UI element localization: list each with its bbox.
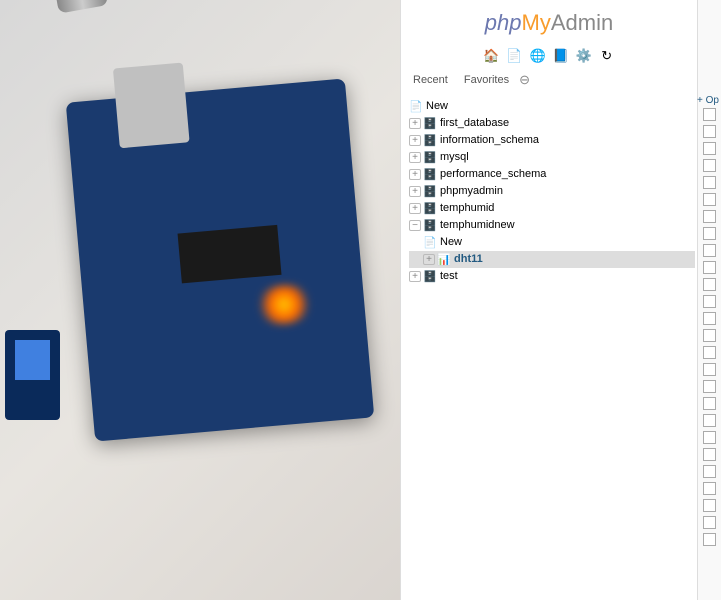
docs-icon[interactable]: 📘 bbox=[553, 48, 569, 64]
tree-db-performance_schema[interactable]: + 🗄️ performance_schema bbox=[409, 166, 695, 183]
checkbox[interactable] bbox=[703, 329, 716, 342]
new-db-icon: 📄 bbox=[409, 100, 423, 114]
expand-icon[interactable]: + bbox=[409, 271, 421, 282]
tree-db-first_database[interactable]: + 🗄️ first_database bbox=[409, 115, 695, 132]
tree-new-top[interactable]: 📄 New bbox=[409, 98, 695, 115]
tree-label: dht11 bbox=[454, 252, 483, 267]
arduino-board bbox=[66, 78, 375, 441]
database-icon: 🗄️ bbox=[423, 270, 437, 284]
logo-part-php: php bbox=[485, 10, 522, 35]
checkbox[interactable] bbox=[703, 278, 716, 291]
checkbox[interactable] bbox=[703, 516, 716, 529]
database-icon: 🗄️ bbox=[423, 134, 437, 148]
checkbox[interactable] bbox=[703, 346, 716, 359]
tree-db-test[interactable]: + 🗄️ test bbox=[409, 268, 695, 285]
checkbox[interactable] bbox=[703, 176, 716, 189]
expand-icon[interactable]: + bbox=[409, 135, 421, 146]
table-icon: 📊 bbox=[437, 253, 451, 267]
new-table-icon: 📄 bbox=[423, 236, 437, 250]
tree-label: test bbox=[440, 269, 458, 284]
tree-label: temphumid bbox=[440, 201, 494, 216]
checkbox[interactable] bbox=[703, 363, 716, 376]
ethernet-jack bbox=[113, 63, 190, 149]
database-icon: 🗄️ bbox=[423, 219, 437, 233]
toolbar: 🏠 📄 🌐 📘 ⚙️ ↻ bbox=[401, 44, 697, 68]
database-icon: 🗄️ bbox=[423, 168, 437, 182]
checkbox[interactable] bbox=[703, 244, 716, 257]
tree-new-table[interactable]: 📄 New bbox=[409, 234, 695, 251]
ethernet-cable bbox=[42, 0, 109, 14]
sidebar: phpMyAdmin 🏠 📄 🌐 📘 ⚙️ ↻ Recent Favorites… bbox=[401, 0, 697, 600]
tree-label: New bbox=[440, 235, 462, 250]
expand-icon[interactable]: + bbox=[423, 254, 435, 265]
expand-icon[interactable]: + bbox=[409, 118, 421, 129]
database-icon: 🗄️ bbox=[423, 117, 437, 131]
checkbox[interactable] bbox=[703, 380, 716, 393]
tree-db-information_schema[interactable]: + 🗄️ information_schema bbox=[409, 132, 695, 149]
logo-part-my: My bbox=[522, 10, 551, 35]
checkbox[interactable] bbox=[703, 193, 716, 206]
checkbox[interactable] bbox=[703, 125, 716, 138]
tree-label: information_schema bbox=[440, 133, 539, 148]
checkbox[interactable] bbox=[703, 261, 716, 274]
led-glow bbox=[253, 282, 316, 327]
tree-label: performance_schema bbox=[440, 167, 546, 182]
logout-icon[interactable]: 📄 bbox=[506, 48, 522, 64]
sql-icon[interactable]: 🌐 bbox=[529, 48, 545, 64]
checkbox[interactable] bbox=[703, 431, 716, 444]
tree-label: temphumidnew bbox=[440, 218, 515, 233]
tree-db-temphumid[interactable]: + 🗄️ temphumid bbox=[409, 200, 695, 217]
tree-label: New bbox=[426, 99, 448, 114]
checkbox[interactable] bbox=[703, 227, 716, 240]
checkbox[interactable] bbox=[703, 108, 716, 121]
database-icon: 🗄️ bbox=[423, 151, 437, 165]
checkbox[interactable] bbox=[703, 159, 716, 172]
checkbox[interactable] bbox=[703, 142, 716, 155]
nav-tabs: Recent Favorites ⊖ bbox=[401, 68, 697, 92]
checkbox[interactable] bbox=[703, 414, 716, 427]
checkbox[interactable] bbox=[703, 295, 716, 308]
home-icon[interactable]: 🏠 bbox=[483, 48, 499, 64]
expand-icon[interactable]: + bbox=[409, 203, 421, 214]
tree-label: mysql bbox=[440, 150, 469, 165]
checkbox[interactable] bbox=[703, 312, 716, 325]
tree-db-phpmyadmin[interactable]: + 🗄️ phpmyadmin bbox=[409, 183, 695, 200]
link-icon[interactable]: ⊖ bbox=[519, 72, 530, 88]
tree-label: first_database bbox=[440, 116, 509, 131]
tree-db-temphumidnew[interactable]: − 🗄️ temphumidnew bbox=[409, 217, 695, 234]
collapse-icon[interactable]: − bbox=[409, 220, 421, 231]
expand-icon[interactable]: + bbox=[409, 152, 421, 163]
microcontroller-chip bbox=[178, 225, 282, 284]
tab-recent[interactable]: Recent bbox=[407, 72, 454, 88]
tree-table-dht11[interactable]: + 📊 dht11 bbox=[409, 251, 695, 268]
expand-icon[interactable]: + bbox=[409, 169, 421, 180]
dht11-sensor bbox=[5, 330, 60, 420]
database-tree: 📄 New + 🗄️ first_database + 🗄️ informati… bbox=[401, 94, 697, 289]
checkbox[interactable] bbox=[703, 448, 716, 461]
phpmyadmin-panel: phpMyAdmin 🏠 📄 🌐 📘 ⚙️ ↻ Recent Favorites… bbox=[400, 0, 721, 600]
logo-part-admin: Admin bbox=[551, 10, 613, 35]
checkbox[interactable] bbox=[703, 499, 716, 512]
database-icon: 🗄️ bbox=[423, 185, 437, 199]
reload-icon[interactable]: ↻ bbox=[599, 48, 615, 64]
tab-favorites[interactable]: Favorites bbox=[458, 72, 515, 88]
checkbox[interactable] bbox=[703, 533, 716, 546]
options-link[interactable]: + Op bbox=[697, 95, 719, 106]
sensor-body bbox=[15, 340, 50, 380]
checkbox-column bbox=[698, 108, 721, 546]
right-strip: + Op bbox=[697, 0, 721, 600]
checkbox[interactable] bbox=[703, 465, 716, 478]
tree-db-mysql[interactable]: + 🗄️ mysql bbox=[409, 149, 695, 166]
checkbox[interactable] bbox=[703, 482, 716, 495]
database-icon: 🗄️ bbox=[423, 202, 437, 216]
checkbox[interactable] bbox=[703, 397, 716, 410]
phpmyadmin-logo[interactable]: phpMyAdmin bbox=[401, 5, 697, 44]
settings-icon[interactable]: ⚙️ bbox=[576, 48, 592, 64]
expand-icon[interactable]: + bbox=[409, 186, 421, 197]
checkbox[interactable] bbox=[703, 210, 716, 223]
arduino-photo bbox=[0, 0, 400, 600]
tree-label: phpmyadmin bbox=[440, 184, 503, 199]
